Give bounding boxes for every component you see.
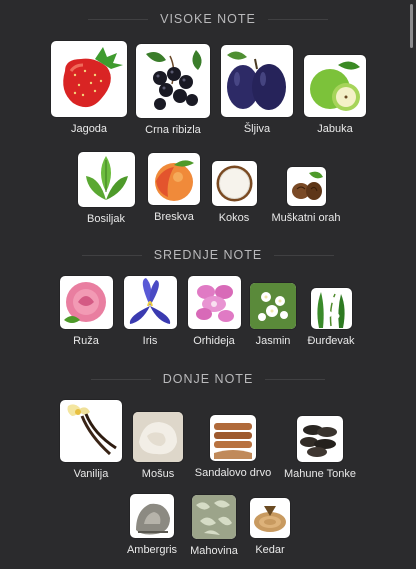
apple-icon [304, 55, 366, 117]
note-label: Kokos [218, 212, 250, 224]
divider [88, 18, 149, 20]
tonka-bean-icon [297, 416, 343, 462]
note-plum[interactable]: Šljiva [221, 45, 293, 135]
divider [265, 378, 326, 380]
ambergris-icon [130, 494, 174, 538]
coconut-icon [211, 161, 257, 206]
note-nutmeg[interactable]: Muškatni orah [266, 167, 346, 224]
note-label: Ambergris [126, 544, 178, 556]
note-label: Muškatni orah [271, 212, 341, 224]
note-tonka-bean[interactable]: Mahune Tonke [283, 416, 357, 480]
note-label: Iris [142, 335, 158, 347]
section-title: SREDNJE NOTE [153, 248, 263, 262]
blackcurrant-icon [136, 44, 210, 118]
basil-icon [77, 152, 135, 207]
note-orchid[interactable]: Orhideja [187, 276, 241, 347]
strawberry-icon [51, 41, 127, 117]
note-label: Crna ribizla [145, 124, 201, 136]
note-peach[interactable]: Breskva [147, 153, 201, 223]
note-label: Ruža [73, 335, 99, 347]
section-header-top-notes: VISOKE NOTE [0, 11, 416, 27]
note-label: Đurđevak [307, 335, 355, 347]
note-label: Jasmin [255, 335, 291, 347]
note-moss[interactable]: Mahovina [188, 495, 240, 557]
note-label: Jagoda [70, 123, 108, 135]
note-blackcurrant[interactable]: Crna ribizla [136, 44, 210, 136]
musk-icon [133, 412, 183, 462]
note-apple[interactable]: Jabuka [303, 55, 367, 135]
note-strawberry[interactable]: Jagoda [51, 41, 127, 135]
divider [267, 18, 328, 20]
divider [274, 254, 335, 256]
rose-icon [59, 276, 113, 329]
orchid-icon [187, 276, 241, 329]
note-label: Jabuka [317, 123, 353, 135]
section-header-base-notes: DONJE NOTE [0, 371, 416, 387]
divider [90, 378, 151, 380]
note-label: Orhideja [193, 335, 235, 347]
iris-icon [123, 276, 177, 329]
note-label: Mahovina [190, 545, 238, 557]
note-jasmine[interactable]: Jasmin [249, 283, 297, 347]
note-label: Kedar [255, 544, 285, 556]
note-cedar[interactable]: Kedar [250, 498, 290, 556]
note-label: Vanilija [73, 468, 109, 480]
note-basil[interactable]: Bosiljak [77, 152, 135, 225]
lily-of-the-valley-icon [310, 288, 352, 329]
peach-icon [148, 153, 200, 205]
section-title: DONJE NOTE [162, 372, 254, 386]
note-musk[interactable]: Mošus [133, 412, 183, 480]
note-iris[interactable]: Iris [123, 276, 177, 347]
note-lily-of-the-valley[interactable]: Đurđevak [307, 288, 355, 347]
note-rose[interactable]: Ruža [59, 276, 113, 347]
note-label: Mošus [141, 468, 175, 480]
nutmeg-icon [286, 167, 326, 206]
note-label: Mahune Tonke [284, 468, 356, 480]
note-vanilla[interactable]: Vanilija [59, 400, 123, 480]
moss-icon [192, 495, 236, 539]
vanilla-icon [60, 400, 122, 462]
cedar-icon [250, 498, 290, 538]
jasmine-icon [250, 283, 296, 329]
note-label: Šljiva [243, 123, 271, 135]
note-label: Breskva [154, 211, 194, 223]
section-header-middle-notes: SREDNJE NOTE [0, 247, 416, 263]
note-label: Bosiljak [87, 213, 125, 225]
note-label: Sandalovo drvo [194, 467, 272, 479]
note-ambergris[interactable]: Ambergris [125, 494, 179, 556]
sandalwood-icon [210, 415, 256, 461]
note-sandalwood[interactable]: Sandalovo drvo [192, 415, 274, 479]
section-title: VISOKE NOTE [160, 12, 256, 26]
note-coconut[interactable]: Kokos [211, 161, 257, 224]
plum-icon [221, 45, 293, 117]
divider [81, 254, 142, 256]
